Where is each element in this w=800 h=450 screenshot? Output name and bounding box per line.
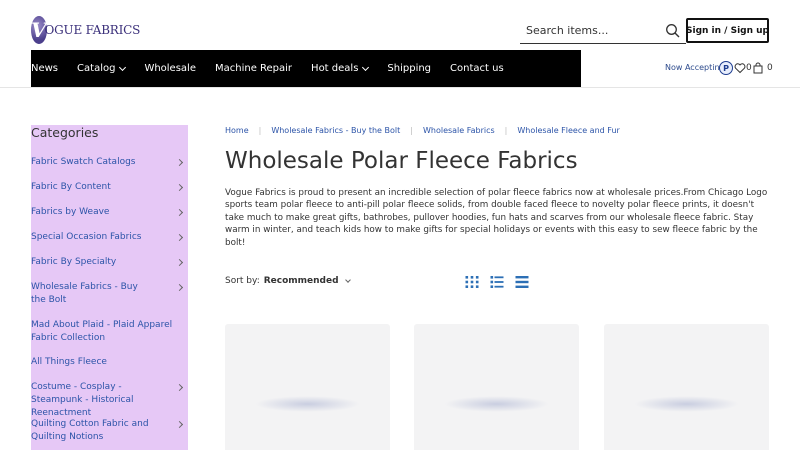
nav-item-contact-us[interactable]: Contact us	[450, 50, 504, 87]
sort-dropdown[interactable]: Sort by: Recommended	[225, 276, 351, 286]
nav-item-label: Machine Repair	[214, 63, 293, 74]
search-input[interactable]: Search items...	[520, 24, 664, 37]
chevron-down-icon	[344, 277, 351, 283]
nav-item-catalog[interactable]: Catalog	[77, 50, 127, 87]
brand-logo[interactable]: V OGUE FABRICS	[31, 15, 140, 45]
nav-item-shipping[interactable]: Shipping	[387, 50, 431, 87]
breadcrumb-home[interactable]: Home	[225, 126, 249, 135]
nav-item-label: Catalog	[77, 63, 116, 74]
sidebar-item-all-things-fleece[interactable]: All Things Fleece	[31, 356, 188, 369]
shopping-bag-icon	[753, 62, 763, 74]
search-icon[interactable]	[664, 22, 682, 40]
sidebar-item-fabric-swatch-catalogs[interactable]: Fabric Swatch Catalogs	[31, 156, 188, 169]
breadcrumb-wholesale-buy-bolt[interactable]: Wholesale Fabrics - Buy the Bolt	[271, 126, 400, 135]
chevron-right-icon	[175, 283, 184, 292]
heart-icon	[734, 63, 746, 74]
header-divider	[0, 87, 800, 88]
product-image-placeholder	[255, 396, 360, 412]
signin-button[interactable]: Sign in / Sign up	[686, 18, 769, 43]
breadcrumb-wholesale-fabrics[interactable]: Wholesale Fabrics	[423, 126, 495, 135]
search-bar[interactable]: Search items...	[520, 18, 686, 44]
breadcrumb: Home | Wholesale Fabrics - Buy the Bolt …	[225, 126, 620, 135]
category-description: Vogue Fabrics is proud to present an inc…	[225, 188, 768, 248]
breadcrumb-separator: |	[258, 126, 262, 135]
chevron-right-icon	[175, 233, 184, 242]
sidebar-item-label: Fabric Swatch Catalogs	[31, 157, 136, 167]
sidebar-item-mad-about-plaid[interactable]: Mad About Plaid - Plaid Apparel Fabric C…	[31, 319, 188, 345]
wishlist-button[interactable]: 0	[734, 62, 752, 74]
list-view-icon[interactable]	[490, 275, 504, 289]
nav-item-machine-repair[interactable]: Machine Repair	[215, 50, 292, 87]
breadcrumb-separator: |	[504, 126, 508, 135]
sidebar-item-label: Costume - Cosplay - Steampunk - Historic…	[31, 382, 134, 418]
sidebar-item-label: Fabric By Specialty	[31, 257, 117, 267]
now-accepting-label: Now Accepting	[665, 63, 725, 72]
sidebar-item-label: Wholesale Fabrics - Buy the Bolt	[31, 282, 138, 305]
chevron-right-icon	[175, 158, 184, 167]
sidebar-item-special-occasion-fabrics[interactable]: Special Occasion Fabrics	[31, 231, 188, 244]
nav-item-label: Contact us	[450, 63, 504, 74]
nav-item-label: Wholesale	[144, 63, 196, 74]
nav-item-news[interactable]: News	[31, 50, 58, 87]
nav-item-label: Hot deals	[311, 63, 359, 74]
nav-item-wholesale[interactable]: Wholesale	[144, 50, 196, 87]
sidebar-item-label: Fabric By Content	[31, 182, 111, 192]
sidebar-title: Categories	[31, 125, 99, 140]
chevron-right-icon	[175, 420, 184, 429]
main-nav: News Catalog Wholesale Machine Repair Ho…	[31, 50, 581, 87]
chevron-down-icon	[362, 63, 370, 71]
breadcrumb-separator: |	[410, 126, 413, 135]
nav-item-label: News	[31, 63, 59, 74]
product-image-placeholder	[444, 396, 549, 412]
chevron-right-icon	[175, 258, 184, 267]
product-image-placeholder	[634, 396, 739, 412]
sidebar-item-label: Mad About Plaid - Plaid Apparel Fabric C…	[31, 320, 173, 343]
sidebar-item-fabric-by-content[interactable]: Fabric By Content	[31, 181, 188, 194]
compact-list-view-icon[interactable]	[515, 275, 529, 289]
wishlist-count: 0	[746, 63, 752, 73]
chevron-right-icon	[175, 208, 184, 217]
page-title: Wholesale Polar Fleece Fabrics	[225, 148, 578, 174]
paypal-icon: P	[719, 61, 733, 75]
sidebar-item-quilting-cotton[interactable]: Quilting Cotton Fabric and Quilting Noti…	[31, 418, 188, 444]
sidebar-item-costume-cosplay[interactable]: Costume - Cosplay - Steampunk - Historic…	[31, 381, 188, 420]
nav-item-label: Shipping	[387, 63, 432, 74]
sidebar-item-fabrics-by-weave[interactable]: Fabrics by Weave	[31, 206, 188, 219]
chevron-down-icon	[119, 63, 127, 71]
product-card[interactable]	[225, 324, 390, 450]
product-card[interactable]	[604, 324, 769, 450]
logo-text: OGUE FABRICS	[44, 23, 141, 37]
sidebar-item-label: Quilting Cotton Fabric and Quilting Noti…	[31, 419, 149, 442]
sort-label: Sort by:	[225, 276, 260, 286]
chevron-right-icon	[175, 183, 184, 192]
categories-sidebar: Categories Fabric Swatch Catalogs Fabric…	[31, 125, 188, 450]
sidebar-item-label: Fabrics by Weave	[31, 207, 110, 217]
sidebar-item-label: Special Occasion Fabrics	[31, 232, 142, 242]
sidebar-item-wholesale-fabrics[interactable]: Wholesale Fabrics - Buy the Bolt	[31, 281, 188, 307]
sort-value: Recommended	[263, 276, 339, 286]
product-card[interactable]	[414, 324, 579, 450]
chevron-right-icon	[175, 383, 184, 392]
cart-button[interactable]: 0	[752, 62, 773, 74]
cart-count: 0	[767, 63, 773, 73]
sidebar-item-label: All Things Fleece	[31, 357, 107, 367]
breadcrumb-wholesale-fleece-fur[interactable]: Wholesale Fleece and Fur	[517, 126, 619, 135]
sidebar-item-fabric-by-specialty[interactable]: Fabric By Specialty	[31, 256, 188, 269]
grid-view-icon[interactable]	[465, 275, 479, 289]
nav-item-hot-deals[interactable]: Hot deals	[311, 50, 370, 87]
